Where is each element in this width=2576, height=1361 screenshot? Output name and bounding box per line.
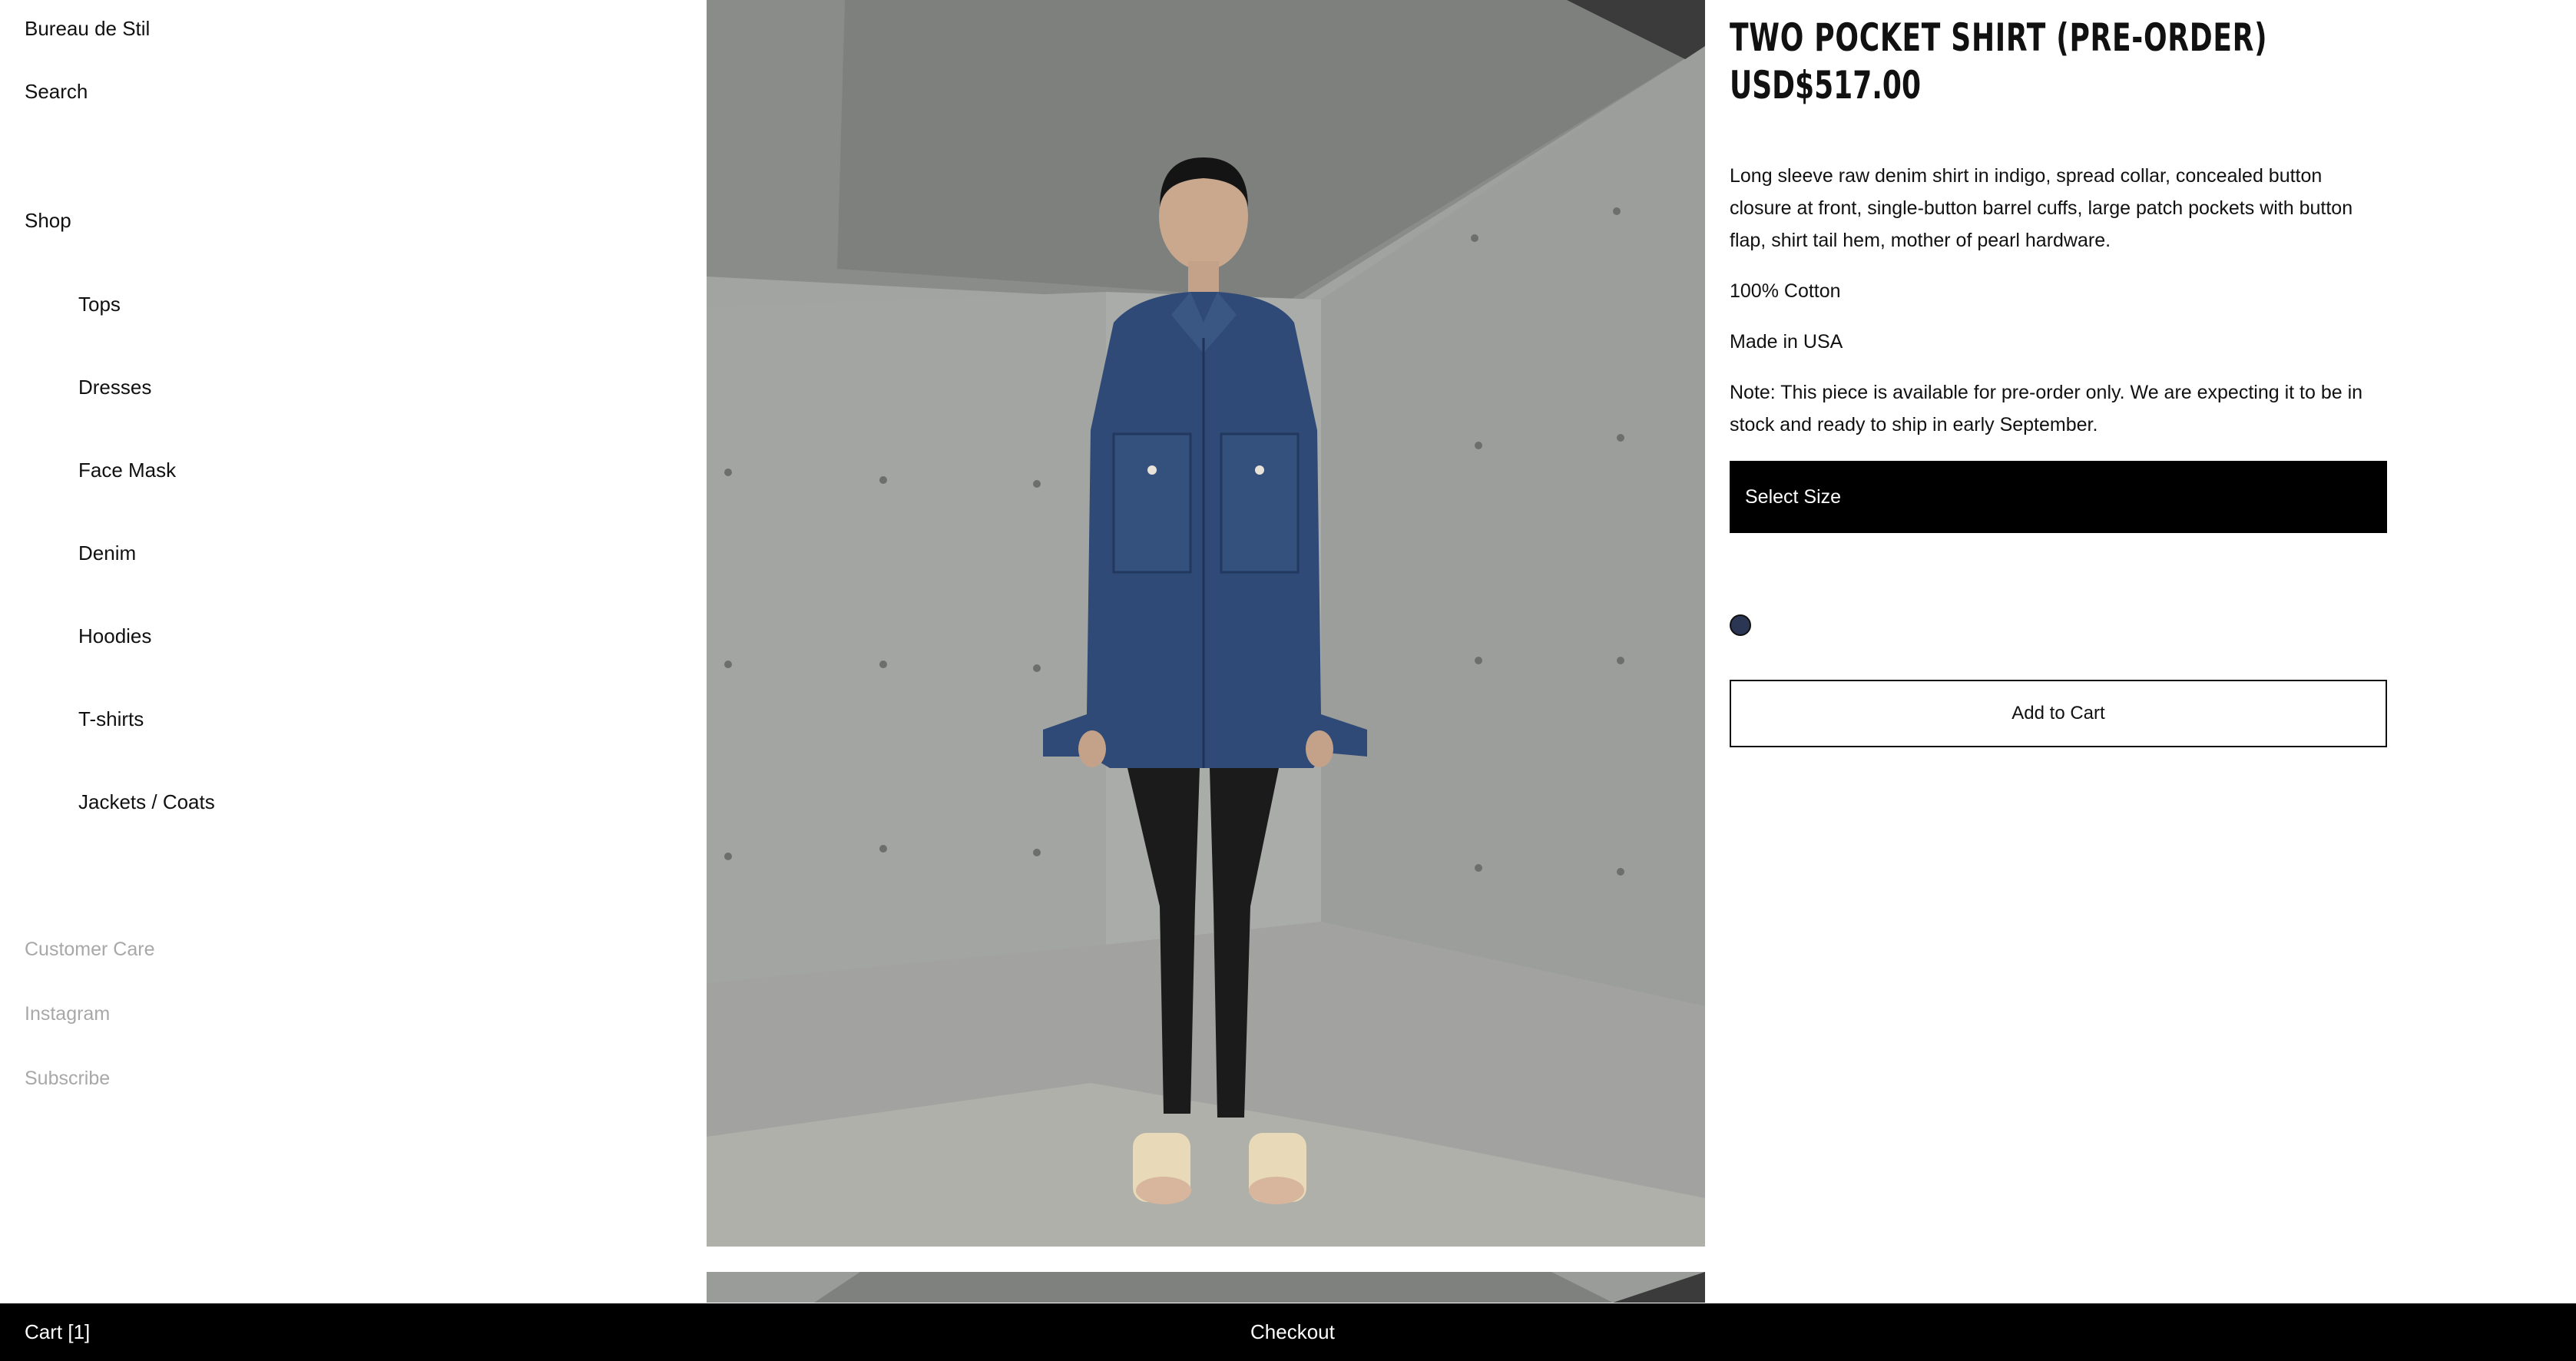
product-details: TWO POCKET SHIRT (PRE-ORDER) USD$517.00 … bbox=[1730, 14, 2390, 747]
footer-links: Customer Care Instagram Subscribe bbox=[25, 939, 155, 1132]
customer-care-link[interactable]: Customer Care bbox=[25, 939, 155, 1003]
product-description: Long sleeve raw denim shirt in indigo, s… bbox=[1730, 160, 2382, 459]
category-list: Tops Dresses Face Mask Denim Hoodies T-s… bbox=[78, 292, 215, 873]
preorder-note: Note: This piece is available for pre-or… bbox=[1730, 382, 2363, 435]
material-text: 100% Cotton bbox=[1730, 280, 1841, 302]
category-face-mask[interactable]: Face Mask bbox=[78, 458, 215, 541]
product-price: USD$517.00 bbox=[1730, 63, 1922, 108]
add-to-cart-button[interactable]: Add to Cart bbox=[1730, 680, 2387, 747]
search-link[interactable]: Search bbox=[25, 80, 88, 104]
category-jackets-coats[interactable]: Jackets / Coats bbox=[78, 790, 215, 873]
color-swatch[interactable] bbox=[1730, 614, 1751, 636]
sidebar: Bureau de Stil Search Shop Tops Dresses … bbox=[0, 0, 691, 1306]
brand-link[interactable]: Bureau de Stil bbox=[25, 17, 150, 41]
category-denim[interactable]: Denim bbox=[78, 541, 215, 624]
product-image[interactable] bbox=[707, 0, 1705, 1247]
product-photo-illustration bbox=[707, 0, 1705, 1247]
bottom-bar: Cart [1] Checkout bbox=[0, 1303, 2576, 1361]
cart-link[interactable]: Cart [1] bbox=[25, 1320, 90, 1344]
secondary-photo-illustration bbox=[707, 1272, 1705, 1303]
product-image-secondary[interactable] bbox=[707, 1272, 1705, 1303]
checkout-link[interactable]: Checkout bbox=[1250, 1320, 1335, 1344]
origin-text: Made in USA bbox=[1730, 331, 1843, 353]
subscribe-link[interactable]: Subscribe bbox=[25, 1068, 155, 1132]
category-hoodies[interactable]: Hoodies bbox=[78, 624, 215, 707]
instagram-link[interactable]: Instagram bbox=[25, 1003, 155, 1068]
category-dresses[interactable]: Dresses bbox=[78, 375, 215, 458]
shop-link[interactable]: Shop bbox=[25, 209, 71, 233]
category-tops[interactable]: Tops bbox=[78, 292, 215, 375]
product-title: TWO POCKET SHIRT (PRE-ORDER) bbox=[1730, 15, 2268, 60]
category-t-shirts[interactable]: T-shirts bbox=[78, 707, 215, 790]
select-size-dropdown[interactable]: Select Size bbox=[1730, 461, 2387, 533]
description-paragraph: Long sleeve raw denim shirt in indigo, s… bbox=[1730, 165, 2353, 251]
